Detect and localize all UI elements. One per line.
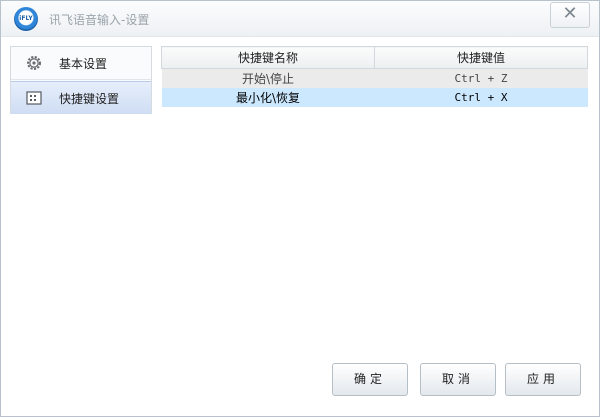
sidebar-item-hotkey-settings[interactable]: 快捷键设置 — [11, 81, 151, 114]
apply-button[interactable]: 应用 — [505, 363, 581, 396]
app-logo-icon: iFLY — [14, 7, 38, 31]
table-row[interactable]: 开始\停止 Ctrl + Z — [161, 68, 588, 88]
keyboard-icon — [25, 89, 43, 107]
hotkey-table: 快捷键名称 快捷键值 开始\停止 Ctrl + Z 最小化\恢复 Ctrl + … — [161, 46, 588, 107]
settings-sidebar: 基本设置 快捷键设置 — [10, 46, 152, 114]
sidebar-item-label: 基本设置 — [59, 56, 108, 71]
hotkey-value-cell: Ctrl + Z — [374, 68, 588, 88]
close-button[interactable]: ✕ — [550, 2, 590, 28]
gear-icon — [25, 54, 43, 72]
hotkey-name-cell: 开始\停止 — [161, 68, 375, 88]
table-header-row: 快捷键名称 快捷键值 — [161, 46, 588, 69]
column-header-hotkey-value[interactable]: 快捷键值 — [374, 46, 588, 69]
sidebar-item-label: 快捷键设置 — [59, 91, 120, 106]
sidebar-item-basic-settings[interactable]: 基本设置 — [11, 47, 151, 80]
ok-button[interactable]: 确定 — [332, 363, 408, 396]
logo-text: iFLY — [19, 15, 33, 22]
column-header-hotkey-name[interactable]: 快捷键名称 — [161, 46, 375, 69]
cancel-button[interactable]: 取消 — [420, 363, 496, 396]
settings-window: iFLY 讯飞语音输入-设置 ✕ 基本设置 快捷键设置 快捷键名称 快捷键值 开… — [0, 0, 600, 417]
hotkey-value-cell: Ctrl + X — [374, 87, 588, 107]
hotkey-name-cell: 最小化\恢复 — [161, 87, 375, 107]
table-row[interactable]: 最小化\恢复 Ctrl + X — [161, 87, 588, 107]
title-bar[interactable]: iFLY 讯飞语音输入-设置 ✕ — [1, 1, 599, 37]
window-title: 讯飞语音输入-设置 — [49, 13, 150, 27]
